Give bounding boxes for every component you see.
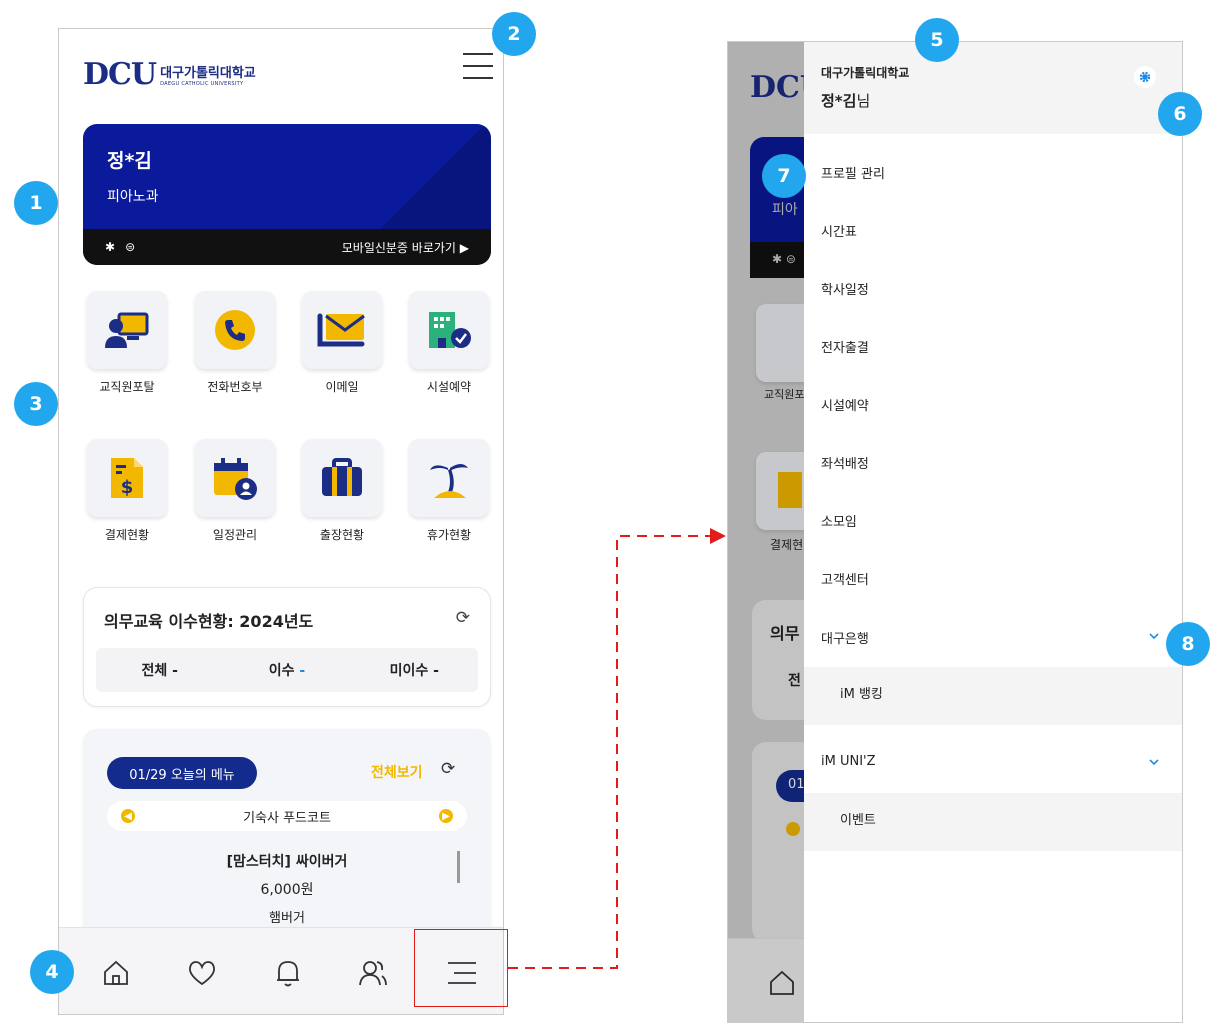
mobile-id-link[interactable]: 모바일신분증 바로가기 ▶ <box>342 239 469 256</box>
education-title: 의무교육 이수현황: 2024년도 <box>104 612 314 631</box>
quick-label: 결제현황 <box>104 528 150 542</box>
callout-badge-7: 7 <box>762 154 806 198</box>
quick-label: 휴가현황 <box>426 528 472 542</box>
callout-badge-3: 3 <box>14 382 58 426</box>
quick-phonebook[interactable]: 전화번호부 <box>195 291 275 395</box>
menu-category: 햄버거 <box>269 911 305 926</box>
drawer-item-seat[interactable]: 좌석배정 <box>821 453 869 472</box>
building-check-icon <box>429 312 471 348</box>
invoice-icon: $ <box>111 458 143 498</box>
refresh-icon[interactable]: ⟳ <box>456 608 470 628</box>
education-status-card: 의무교육 이수현황: 2024년도 ⟳ 전체 - 이수 - 미이수 - <box>83 587 491 707</box>
callout-badge-6: 6 <box>1158 92 1202 136</box>
scrollbar[interactable] <box>457 851 460 883</box>
side-drawer: 대구가톨릭대학교 정*김님 프로필 관리 시간표 학사일정 전자출결 시설예약 … <box>804 42 1182 1022</box>
refresh-icon[interactable]: ⟳ <box>441 759 455 779</box>
drawer-item-academic-calendar[interactable]: 학사일정 <box>821 279 869 298</box>
main-screen: DCU 대구가톨릭대학교 DAEGU CATHOLIC UNIVERSITY 정… <box>58 28 504 1015</box>
chevron-down-icon[interactable] <box>1148 758 1160 766</box>
svg-text:$: $ <box>121 477 134 498</box>
nfc-icon: ⊜ <box>125 240 136 254</box>
drawer-subitem-event[interactable]: 이벤트 <box>804 793 1182 851</box>
portal-icon <box>105 312 149 348</box>
drawer-header: 대구가톨릭대학교 정*김님 <box>804 42 1182 134</box>
quick-payment[interactable]: $ 결제현황 <box>87 439 167 543</box>
id-card-department: 피아노과 <box>107 189 159 205</box>
drawer-subitem-banking[interactable]: iM 뱅킹 <box>804 667 1182 725</box>
education-undone: 미이수 - <box>389 663 439 679</box>
mobile-id-card[interactable]: 정*김 피아노과 ✱ ⊜ 모바일신분증 바로가기 ▶ <box>83 124 491 265</box>
restaurant-name: 기숙사 푸드코트 <box>243 810 331 826</box>
callout-badge-8: 8 <box>1166 622 1210 666</box>
logo-name-ko: 대구가톨릭대학교 <box>160 66 256 81</box>
settings-button[interactable] <box>1134 66 1156 88</box>
quick-label: 출장현황 <box>319 528 365 542</box>
quick-label: 시설예약 <box>426 380 472 394</box>
quick-label: 일정관리 <box>212 528 258 542</box>
view-all-link[interactable]: 전체보기 <box>371 762 423 782</box>
drawer-item-attendance[interactable]: 전자출결 <box>821 337 869 356</box>
gear-icon <box>1139 71 1151 83</box>
logo-mark: DCU <box>83 57 157 92</box>
quick-label: 전화번호부 <box>207 380 263 394</box>
island-icon <box>430 464 468 498</box>
quick-business-trip[interactable]: 출장현황 <box>302 439 382 543</box>
restaurant-selector: ◀ 기숙사 푸드코트 ▶ <box>107 801 467 831</box>
callout-badge-5: 5 <box>915 18 959 62</box>
drawer-item-facility[interactable]: 시설예약 <box>821 395 869 414</box>
drawer-group-im-uniz[interactable]: iM UNI'Z <box>821 754 876 769</box>
drawer-user: 정*김님 <box>821 92 871 110</box>
phone-icon <box>215 310 255 350</box>
drawer-group-daegu-bank[interactable]: 대구은행 <box>821 628 869 647</box>
bell-icon[interactable] <box>271 956 305 990</box>
calendar-user-icon <box>214 458 257 500</box>
bluetooth-icon: ✱ <box>105 240 116 254</box>
logo-name-en: DAEGU CATHOLIC UNIVERSITY <box>160 81 244 87</box>
chevron-down-icon[interactable] <box>1148 632 1160 640</box>
drawer-item-support[interactable]: 고객센터 <box>821 569 869 588</box>
education-total: 전체 - <box>141 663 178 679</box>
heart-icon[interactable] <box>185 956 219 990</box>
menu-highlight-box <box>414 929 508 1007</box>
quick-email[interactable]: 이메일 <box>302 291 382 395</box>
drawer-item-timetable[interactable]: 시간표 <box>821 221 857 240</box>
quick-portal[interactable]: 교직원포탈 <box>87 291 167 395</box>
callout-badge-4: 4 <box>30 950 74 994</box>
callout-badge-2: 2 <box>492 12 536 56</box>
connector-arrow <box>508 528 726 969</box>
dcu-logo: DCU 대구가톨릭대학교 DAEGU CATHOLIC UNIVERSITY <box>83 57 256 92</box>
home-icon[interactable] <box>99 956 133 990</box>
callout-badge-1: 1 <box>14 181 58 225</box>
today-menu-date: 01/29 오늘의 메뉴 <box>107 757 257 789</box>
menu-dish: [맘스터치] 싸이버거 <box>226 854 348 870</box>
id-card-name: 정*김 <box>107 150 152 172</box>
next-arrow-icon[interactable]: ▶ <box>439 809 453 823</box>
menu-price: 6,000원 <box>260 882 314 898</box>
education-done: 이수 - <box>268 663 306 679</box>
mail-icon <box>317 313 365 347</box>
users-icon[interactable] <box>356 956 390 990</box>
quick-label: 교직원포탈 <box>99 380 155 394</box>
prev-arrow-icon[interactable]: ◀ <box>121 809 135 823</box>
quick-label: 이메일 <box>325 380 359 394</box>
briefcase-icon <box>322 458 362 496</box>
drawer-university: 대구가톨릭대학교 <box>821 66 910 80</box>
quick-vacation[interactable]: 휴가현황 <box>409 439 489 543</box>
quick-facility[interactable]: 시설예약 <box>409 291 489 395</box>
hamburger-menu-button[interactable] <box>463 53 493 79</box>
drawer-item-profile[interactable]: 프로필 관리 <box>821 163 885 182</box>
drawer-item-club[interactable]: 소모임 <box>821 511 857 530</box>
quick-schedule[interactable]: 일정관리 <box>195 439 275 543</box>
